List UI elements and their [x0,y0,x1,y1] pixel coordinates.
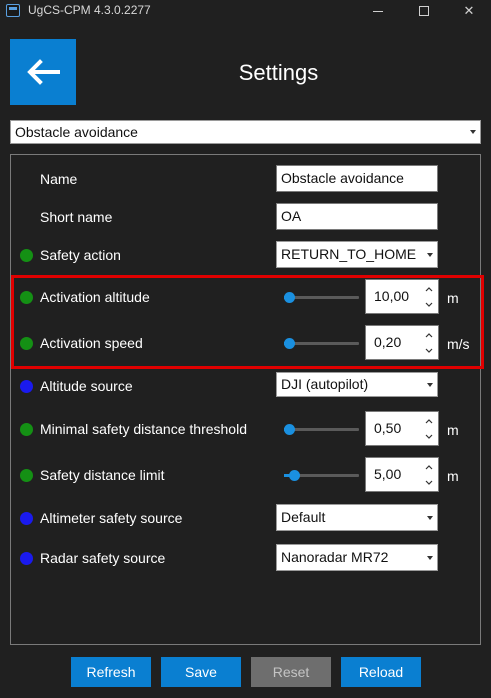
safety-action-select[interactable]: RETURN_TO_HOME [276,241,438,268]
radar-safety-source-value: Nanoradar MR72 [281,549,389,565]
save-button[interactable]: Save [161,657,241,687]
minimize-icon [373,10,383,12]
safety-distance-limit-value[interactable]: 5,00 [374,466,401,482]
status-indicator [20,249,33,262]
chevron-down-icon [427,515,433,520]
chevron-up-icon [425,418,433,423]
chevron-down-icon [425,480,433,485]
app-window: UgCS-CPM 4.3.0.2277 ✕ Settings Obstacle … [0,0,491,698]
altimeter-safety-source-select[interactable]: Default [276,504,438,531]
title-bar: UgCS-CPM 4.3.0.2277 ✕ [0,0,491,22]
min-safety-distance-value[interactable]: 0,50 [374,420,401,436]
maximize-icon [419,6,429,16]
min-safety-distance-slider[interactable] [284,424,359,435]
status-indicator [20,552,33,565]
altitude-source-label: Altitude source [40,378,133,394]
chevron-down-icon [470,130,476,134]
refresh-button[interactable]: Refresh [71,657,151,687]
chevron-down-icon [425,434,433,439]
window-title: UgCS-CPM 4.3.0.2277 [28,3,151,17]
minimize-button[interactable] [355,0,401,22]
spin-down-button[interactable] [422,429,436,443]
app-logo-icon [6,4,20,17]
altitude-source-select[interactable]: DJI (autopilot) [276,372,438,397]
short-name-input[interactable]: OA [276,203,438,230]
maximize-button[interactable] [401,0,447,22]
radar-safety-source-select[interactable]: Nanoradar MR72 [276,544,438,571]
spin-up-button[interactable] [422,460,436,474]
chevron-down-icon [427,252,433,257]
chevron-down-icon [427,555,433,560]
safety-distance-limit-slider[interactable] [284,470,359,481]
altitude-source-value: DJI (autopilot) [281,376,369,392]
safety-distance-limit-spinbox[interactable]: 5,00 [365,457,439,492]
min-safety-distance-unit: m [447,422,459,438]
page-title: Settings [238,60,319,85]
short-name-label: Short name [40,209,113,225]
safety-action-label: Safety action [40,247,121,263]
status-indicator [20,423,33,436]
name-input[interactable]: Obstacle avoidance [276,165,438,192]
safety-action-value: RETURN_TO_HOME [281,246,417,262]
status-indicator [20,380,33,393]
reset-button[interactable]: Reset [251,657,331,687]
altimeter-safety-source-value: Default [281,509,326,525]
reload-button[interactable]: Reload [341,657,421,687]
chevron-down-icon [427,382,433,387]
status-indicator [20,469,33,482]
close-button[interactable]: ✕ [446,0,491,22]
safety-distance-limit-label: Safety distance limit [40,467,165,483]
slider-thumb[interactable] [284,424,295,435]
profile-select[interactable]: Obstacle avoidance [10,120,481,144]
name-label: Name [40,171,78,187]
chevron-up-icon [425,464,433,469]
radar-safety-source-label: Radar safety source [40,550,166,566]
profile-select-value: Obstacle avoidance [15,124,138,140]
status-indicator [20,512,33,525]
altimeter-safety-source-label: Altimeter safety source [40,510,183,526]
min-safety-distance-label: Minimal safety distance threshold [40,421,247,437]
min-safety-distance-spinbox[interactable]: 0,50 [365,411,439,446]
highlight-box [11,275,484,369]
spin-down-button[interactable] [422,475,436,489]
close-icon: ✕ [463,3,475,18]
safety-distance-limit-unit: m [447,468,459,484]
spin-up-button[interactable] [422,414,436,428]
